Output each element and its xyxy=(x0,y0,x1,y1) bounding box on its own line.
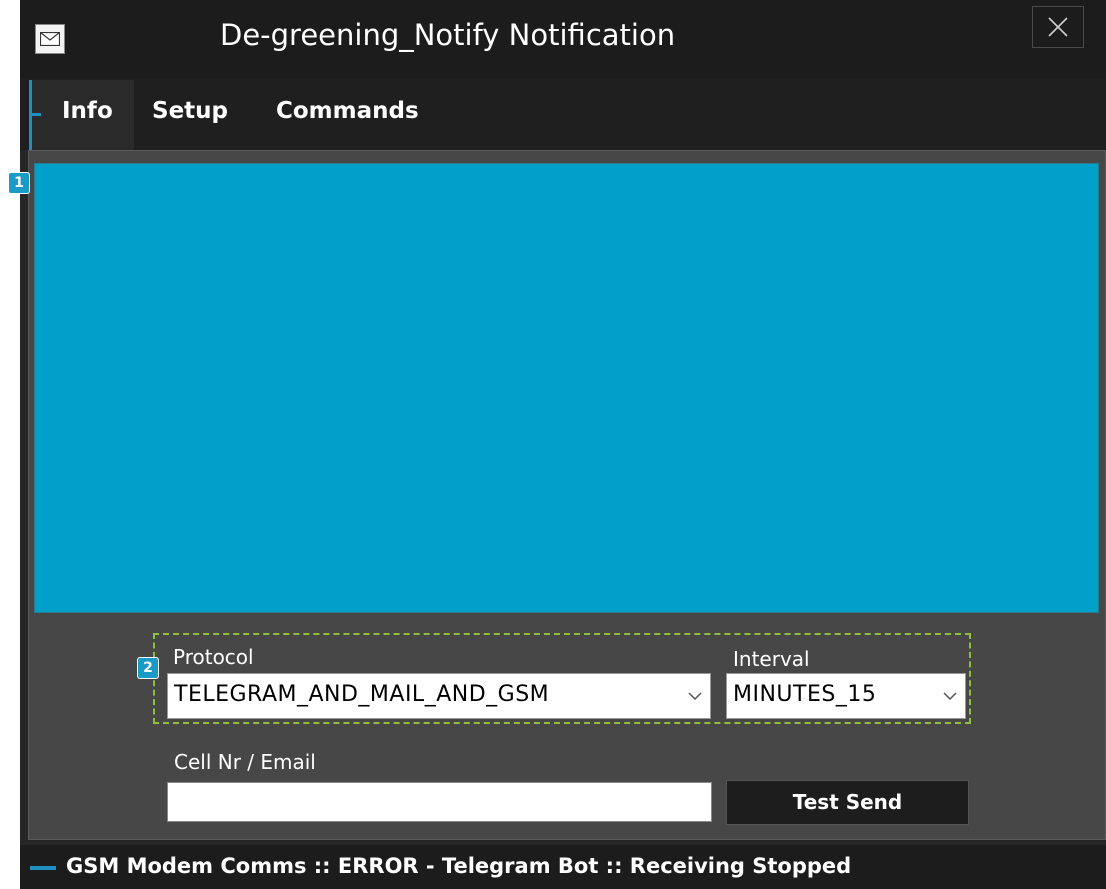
interval-label: Interval xyxy=(733,647,810,671)
chevron-down-icon xyxy=(943,692,957,700)
badge-info-panel: 1 xyxy=(8,172,30,194)
protocol-value: TELEGRAM_AND_MAIL_AND_GSM xyxy=(174,682,550,707)
tab-accent-marker xyxy=(29,113,41,116)
badge-settings-group: 2 xyxy=(137,657,159,679)
interval-value: MINUTES_15 xyxy=(733,682,877,707)
title-bar: De-greening_Notify Notification xyxy=(20,0,1106,78)
status-text: GSM Modem Comms :: ERROR - Telegram Bot … xyxy=(66,854,852,878)
contact-input[interactable] xyxy=(167,782,712,822)
window-title: De-greening_Notify Notification xyxy=(220,18,676,52)
tab-setup[interactable]: Setup xyxy=(152,98,228,124)
interval-select[interactable]: MINUTES_15 xyxy=(726,673,966,719)
close-button[interactable] xyxy=(1032,6,1084,48)
info-panel xyxy=(34,163,1099,613)
contact-label: Cell Nr / Email xyxy=(174,750,316,774)
close-icon[interactable] xyxy=(1048,17,1068,37)
status-indicator xyxy=(30,866,56,870)
protocol-label: Protocol xyxy=(173,645,254,669)
tab-commands[interactable]: Commands xyxy=(276,98,419,124)
protocol-select[interactable]: TELEGRAM_AND_MAIL_AND_GSM xyxy=(167,673,711,719)
chevron-down-icon xyxy=(688,692,702,700)
tab-info[interactable]: Info xyxy=(62,98,113,124)
mail-icon xyxy=(35,24,65,54)
test-send-button[interactable]: Test Send xyxy=(726,780,969,825)
